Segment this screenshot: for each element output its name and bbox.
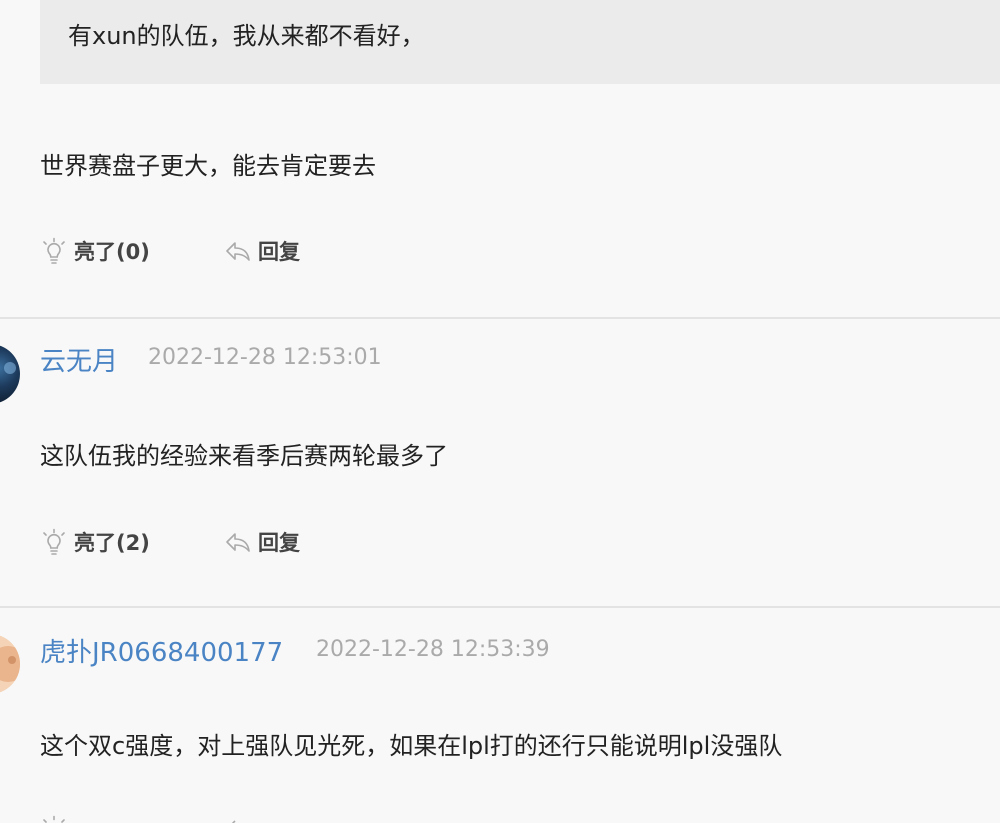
quote-text: 有xun的队伍，我从来都不看好， [68, 22, 425, 50]
reply-button[interactable]: 回复 [224, 236, 300, 266]
username[interactable]: 云无月 [40, 341, 118, 378]
reply-label: 回复 [258, 531, 300, 555]
like-label: 亮了(2) [74, 531, 150, 555]
like-button[interactable] [40, 815, 74, 823]
lightbulb-icon [40, 528, 68, 556]
reply-arrow-icon [224, 237, 252, 265]
comment-text: 这队伍我的经验来看季后赛两轮最多了 [40, 442, 448, 470]
username[interactable]: 虎扑JR0668400177 [40, 632, 283, 669]
comment-divider [0, 606, 1000, 608]
lightbulb-icon [40, 237, 68, 265]
like-label: 亮了(0) [74, 240, 150, 264]
reply-arrow-icon [224, 815, 252, 823]
reply-button[interactable]: 回复 [224, 527, 300, 557]
comment-timestamp: 2022-12-28 12:53:01 [148, 345, 382, 370]
quoted-reply: 有xun的队伍，我从来都不看好， [40, 0, 1000, 84]
like-button[interactable]: 亮了(2) [40, 527, 150, 557]
comment-timestamp: 2022-12-28 12:53:39 [316, 637, 550, 662]
reply-label: 回复 [258, 240, 300, 264]
comment-divider [0, 317, 1000, 319]
reply-arrow-icon [224, 528, 252, 556]
comment-text: 这个双c强度，对上强队见光死，如果在lpl打的还行只能说明lpl没强队 [40, 732, 783, 760]
comment-text: 世界赛盘子更大，能去肯定要去 [40, 152, 376, 180]
avatar[interactable] [0, 344, 20, 404]
reply-button[interactable] [224, 815, 258, 823]
like-button[interactable]: 亮了(0) [40, 236, 150, 266]
lightbulb-icon [40, 815, 68, 823]
avatar[interactable] [0, 634, 20, 694]
comment-feed: 有xun的队伍，我从来都不看好， 世界赛盘子更大，能去肯定要去 亮了(0) 回复… [0, 0, 1000, 823]
